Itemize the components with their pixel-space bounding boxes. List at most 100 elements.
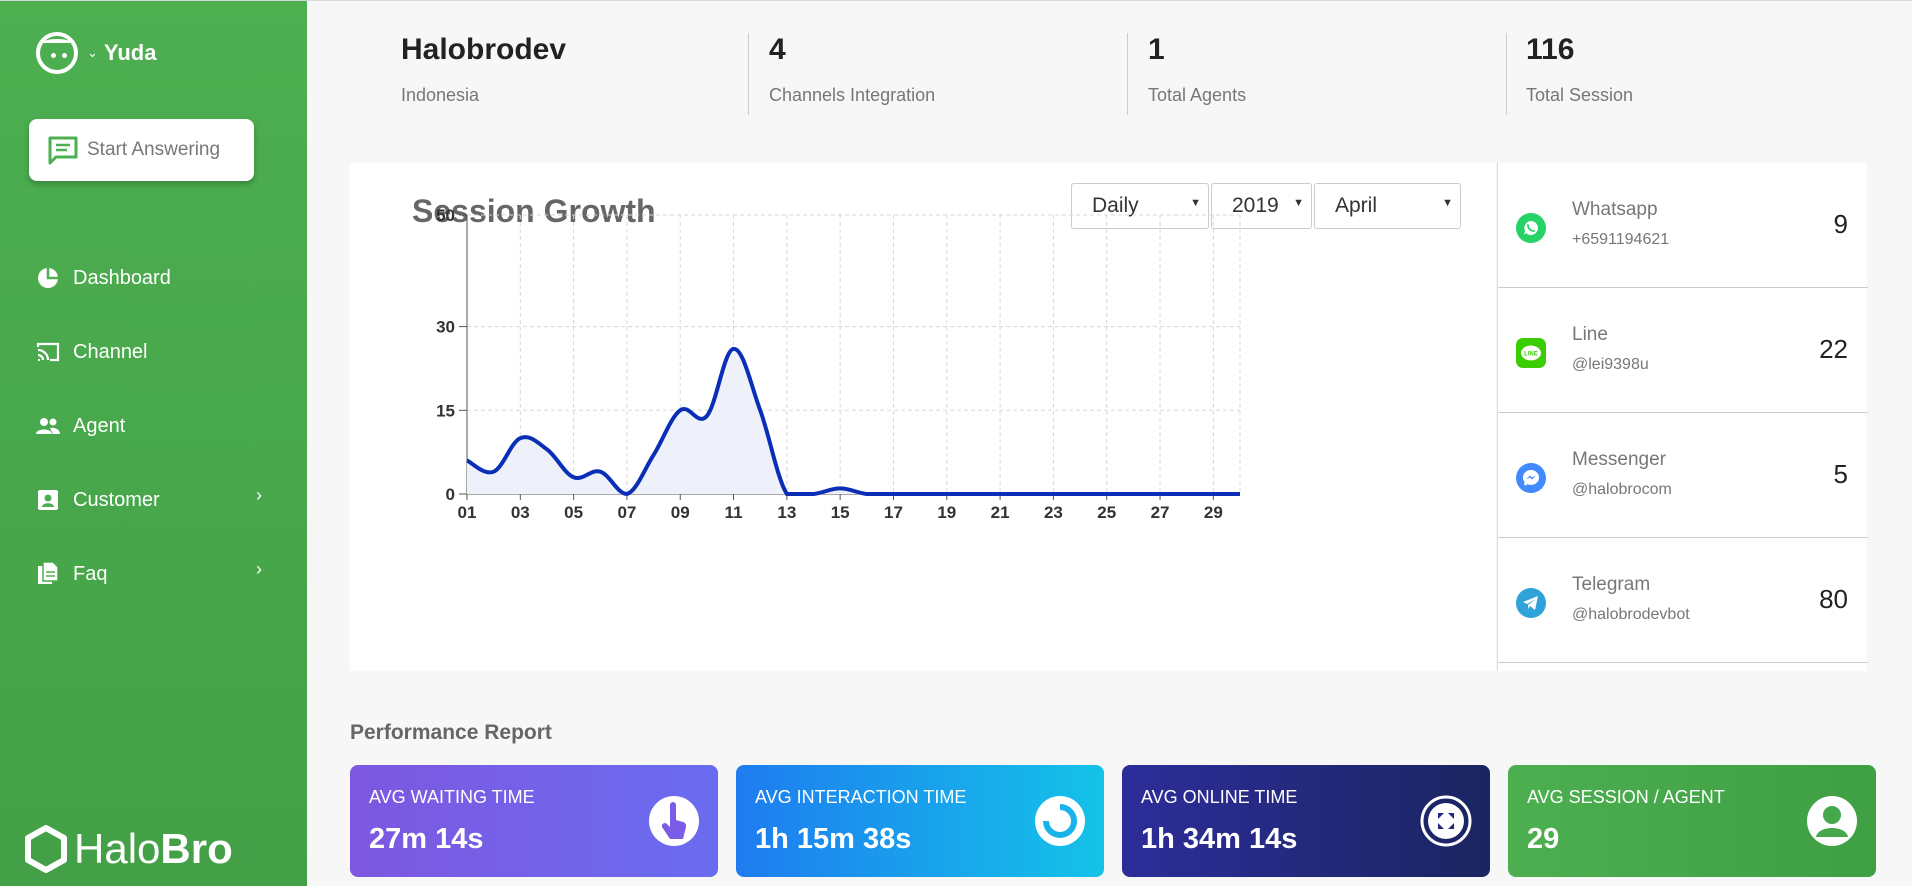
card-title: AVG INTERACTION TIME [755,787,967,807]
x-tick-label: 29 [1204,503,1223,522]
x-tick-label: 27 [1151,503,1170,522]
user-icon [1807,796,1857,846]
y-tick-label: 50 [436,206,455,225]
session-growth-chart: 0 15 30 50 01 03 05 07 09 11 13 15 17 19 21 23 25 27 29 [436,206,1241,522]
start-answering-button[interactable]: Start Answering [29,119,254,181]
card-avg-online-time: AVG ONLINE TIME 1h 34m 14s [1122,765,1490,877]
sidebar-item-label: Customer [73,488,160,511]
x-tick-label: 23 [1044,503,1063,522]
y-tick-label: 30 [436,318,455,337]
channel-account: @halobrocom [1572,481,1672,498]
stat-agents: 1 Total Agents [1148,33,1246,115]
channel-count: 22 [1819,334,1848,364]
card-value: 29 [1527,823,1560,855]
card-title: AVG ONLINE TIME [1141,787,1298,807]
sidebar-item-channel[interactable]: Channel [36,315,276,389]
avatar-icon [36,32,78,74]
channel-row-line[interactable]: LINE Line @lei9398u 22 [1498,288,1868,413]
hexagon-logo-icon [25,825,67,873]
channel-count: 5 [1833,459,1848,489]
sidebar-item-agent[interactable]: Agent [36,389,276,463]
divider [748,33,749,115]
card-avg-session-per-agent: AVG SESSION / AGENT 29 [1508,765,1876,877]
chat-icon [48,136,78,165]
card-title: AVG WAITING TIME [369,787,535,807]
sidebar: ⌄ Yuda Start Answering Dashboard Channel [0,0,307,886]
cast-icon [36,340,60,364]
y-tick-label: 0 [446,485,455,504]
stat-value: 116 [1526,33,1575,66]
main-content: Halobrodev Indonesia 4 Channels Integrat… [307,0,1912,886]
card-value: 1h 15m 38s [755,823,912,855]
svg-text:LINE: LINE [1524,352,1538,358]
stat-label: Channels Integration [769,85,936,105]
contact-icon [36,488,60,512]
divider [1506,33,1507,115]
chevron-down-icon: ⌄ [87,45,98,60]
channel-name: Line [1572,324,1608,345]
x-tick-label: 15 [831,503,850,522]
channel-count: 9 [1833,209,1848,239]
arrows-icon [1420,795,1472,847]
channel-row-telegram[interactable]: Telegram @halobrodevbot 80 [1498,538,1868,663]
x-tick-label: 05 [564,503,583,522]
user-name: Yuda [103,40,157,65]
stat-sessions: 116 Total Session [1526,33,1633,115]
sidebar-item-dashboard[interactable]: Dashboard [36,241,276,315]
channel-account: @lei9398u [1572,356,1649,373]
chevron-right-icon: › [256,485,262,505]
stat-label: Total Session [1526,85,1634,105]
logo-text-light: Halo [74,825,161,872]
x-tick-label: 11 [725,503,743,522]
user-menu[interactable]: ⌄ Yuda [36,32,156,74]
x-tick-label: 25 [1097,503,1116,522]
sidebar-nav: Dashboard Channel Agent Customer › Faq › [36,241,276,611]
stat-label: Total Agents [1148,85,1247,105]
session-growth-card: Session Growth Daily ▼ 2019 ▼ April ▼ 01… [350,163,1496,671]
line-icon: LINE [1516,338,1546,368]
x-tick-label: 19 [937,503,956,522]
sidebar-item-label: Agent [73,414,126,437]
stats-bar: Halobrodev Indonesia 4 Channels Integrat… [307,1,1912,141]
telegram-icon [1516,588,1546,618]
stat-value: 4 [769,33,786,66]
start-answering-label: Start Answering [87,139,221,160]
y-tick-label: 15 [436,401,455,420]
sidebar-item-label: Channel [73,340,148,363]
series-line [466,346,1240,496]
ring-icon [1035,796,1085,846]
halobro-logo: Halo Bro [24,825,233,873]
sidebar-item-faq[interactable]: Faq › [36,537,276,611]
divider [1127,33,1128,115]
x-tick-label: 01 [458,503,477,522]
channel-name: Whatsapp [1572,199,1658,220]
people-icon [36,414,60,438]
logo-text-bold: Bro [160,825,233,872]
messenger-icon [1516,463,1546,493]
channel-account: @halobrodevbot [1572,606,1690,623]
stat-company: Halobrodev Indonesia [401,33,566,115]
series-area [467,348,1240,494]
channel-name: Messenger [1572,449,1666,470]
whatsapp-icon [1516,213,1546,243]
document-icon [36,562,60,586]
channel-name: Telegram [1572,574,1651,595]
channel-list: Whatsapp +6591194621 9 LINE Line @lei939… [1497,163,1868,671]
pie-icon [36,266,60,290]
stat-label: Indonesia [401,85,480,105]
x-tick-label: 09 [671,503,690,522]
card-value: 1h 34m 14s [1141,823,1298,855]
sidebar-item-customer[interactable]: Customer › [36,463,276,537]
stat-value: Halobrodev [401,33,567,66]
performance-title: Performance Report [350,721,552,744]
channel-account: +6591194621 [1572,231,1670,248]
channel-row-messenger[interactable]: Messenger @halobrocom 5 [1498,413,1868,538]
x-tick-label: 21 [991,503,1010,522]
card-avg-interaction-time: AVG INTERACTION TIME 1h 15m 38s [736,765,1104,877]
stat-channels: 4 Channels Integration [769,33,935,115]
chevron-right-icon: › [256,559,262,579]
card-value: 27m 14s [369,823,484,855]
card-avg-waiting-time: AVG WAITING TIME 27m 14s [350,765,718,877]
x-tick-label: 13 [777,503,796,522]
channel-row-whatsapp[interactable]: Whatsapp +6591194621 9 [1498,163,1868,288]
